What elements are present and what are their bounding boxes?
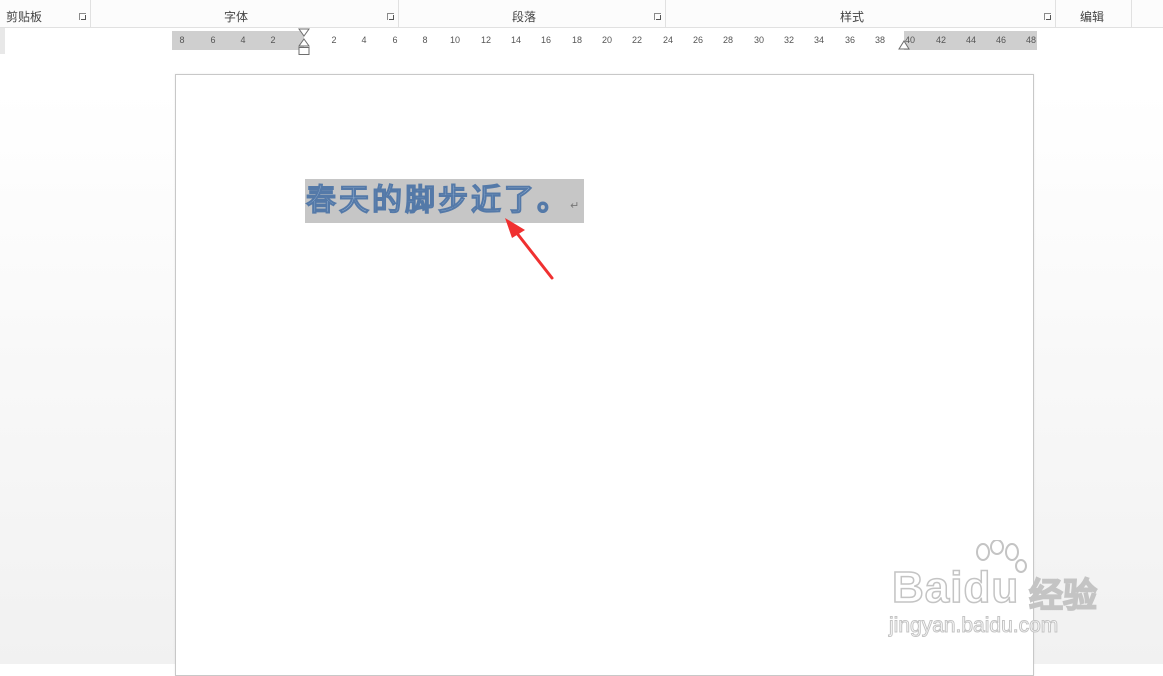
horizontal-ruler-row: 8 6 4 2 2 4 6 8 10 12 14 16 18 20 22 24 … xyxy=(0,28,1163,57)
ruler-label: 22 xyxy=(631,35,643,45)
ruler-label: 26 xyxy=(692,35,704,45)
ruler-label: 2 xyxy=(331,35,337,45)
left-indent-marker-icon[interactable] xyxy=(297,28,311,57)
ribbon-group-styles: 样式 xyxy=(666,0,1056,27)
ruler-label: 44 xyxy=(965,35,977,45)
watermark-url: jingyan.baidu.com xyxy=(888,614,1059,638)
ribbon-group-font: 字体 xyxy=(91,0,399,27)
group-label-clipboard: 剪贴板 xyxy=(6,10,43,24)
ruler-tab-selector[interactable] xyxy=(0,28,5,54)
ruler-label: 34 xyxy=(813,35,825,45)
ruler-label: 2 xyxy=(270,35,276,45)
watermark-brand: Baidu xyxy=(891,562,1020,613)
group-label-styles: 样式 xyxy=(840,10,865,24)
ruler-label: 8 xyxy=(179,35,185,45)
ruler-label: 30 xyxy=(753,35,765,45)
baidu-watermark: Baidu 经验 jingyan.baidu.com xyxy=(886,540,1136,640)
ruler-label: 14 xyxy=(510,35,522,45)
group-label-editing: 编辑 xyxy=(1080,10,1105,24)
ruler-label: 32 xyxy=(783,35,795,45)
ruler-label: 8 xyxy=(422,35,428,45)
ribbon-group-editing: 编辑 xyxy=(1056,0,1132,27)
ribbon-group-bar: 剪贴板 字体 段落 样式 编辑 xyxy=(0,0,1163,28)
ribbon-group-paragraph: 段落 xyxy=(399,0,666,27)
ruler-label: 18 xyxy=(571,35,583,45)
ruler-label: 24 xyxy=(662,35,674,45)
ruler-label: 38 xyxy=(874,35,886,45)
ruler-label: 46 xyxy=(995,35,1007,45)
ruler-label: 4 xyxy=(361,35,367,45)
ruler-label: 28 xyxy=(722,35,734,45)
ruler-label: 6 xyxy=(392,35,398,45)
ruler-label: 4 xyxy=(240,35,246,45)
watermark-brand-cn: 经验 xyxy=(1028,575,1098,617)
ruler-label: 36 xyxy=(844,35,856,45)
ribbon-group-clipboard: 剪贴板 xyxy=(0,0,91,27)
ruler-label: 48 xyxy=(1025,35,1037,45)
ruler-label: 16 xyxy=(540,35,552,45)
ruler-label: 12 xyxy=(480,35,492,45)
ruler-label: 6 xyxy=(210,35,216,45)
group-label-paragraph: 段落 xyxy=(512,10,537,24)
right-indent-marker-icon[interactable] xyxy=(897,39,911,51)
styles-dialog-launcher-icon[interactable] xyxy=(1044,13,1051,20)
ruler-label: 20 xyxy=(601,35,613,45)
ruler-label: 42 xyxy=(935,35,947,45)
ruler-label: 10 xyxy=(449,35,461,45)
paragraph-dialog-launcher-icon[interactable] xyxy=(654,13,661,20)
paragraph-mark-icon: ↵ xyxy=(570,199,580,212)
clipboard-dialog-launcher-icon[interactable] xyxy=(79,13,86,20)
document-text-selected[interactable]: 春天的脚步近了。 xyxy=(306,179,570,223)
font-dialog-launcher-icon[interactable] xyxy=(387,13,394,20)
group-label-font: 字体 xyxy=(224,10,249,24)
